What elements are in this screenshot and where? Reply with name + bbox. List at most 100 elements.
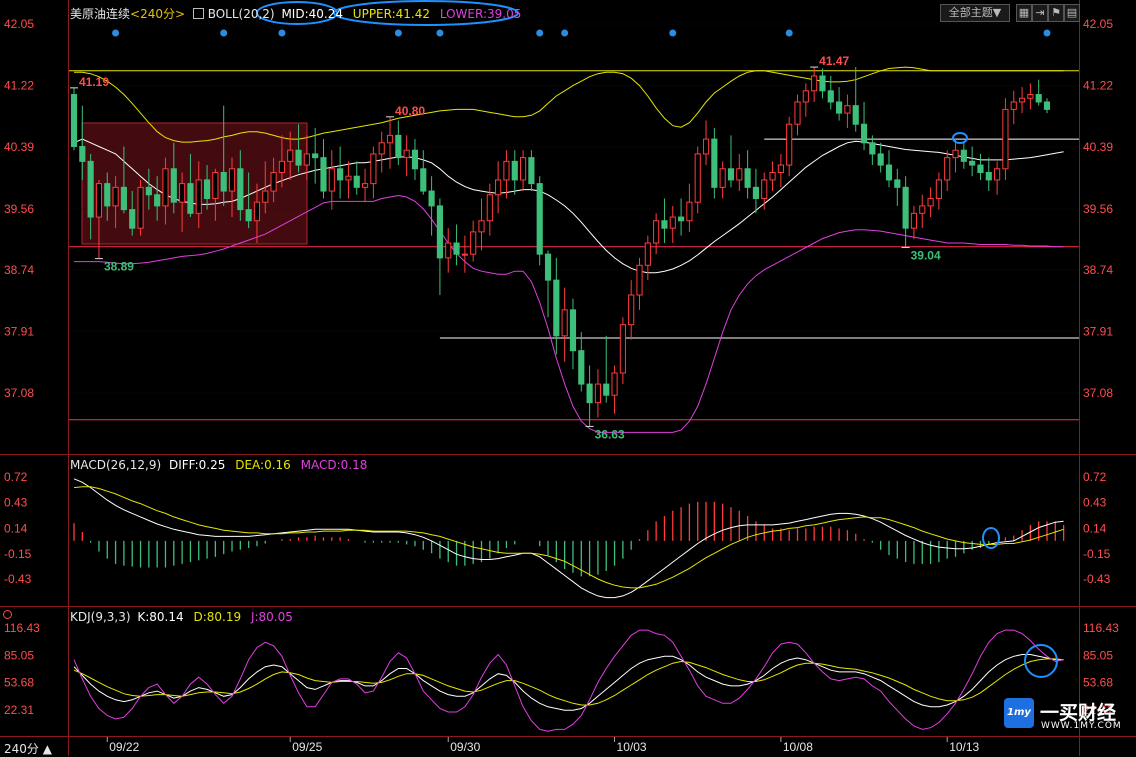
theme-dropdown-button[interactable]: 全部主题▼ [940, 4, 1010, 22]
boll-icon [192, 8, 204, 19]
signal-dot [1043, 29, 1051, 37]
candle-down [661, 220, 668, 229]
y-tick-right: 40.39 [1083, 140, 1113, 154]
candle-up [461, 253, 468, 256]
signal-dot [669, 29, 677, 37]
macd-y-tick-left: 0.14 [4, 521, 28, 535]
candle-up [644, 242, 651, 266]
candle-down [295, 149, 302, 166]
pane-dot-icon[interactable] [3, 610, 12, 619]
candle-down [528, 157, 535, 185]
y-tick-left: 37.91 [4, 324, 34, 338]
macd-y-tick-left: 0.43 [4, 496, 28, 510]
kdj-y-tick-left: 22.31 [4, 703, 34, 717]
macd-y-tick-left: -0.15 [4, 547, 32, 561]
candle-down [894, 179, 901, 188]
candle-down [203, 179, 211, 199]
candle-up [761, 179, 768, 199]
candle-up [769, 171, 776, 181]
candle-down [586, 383, 593, 404]
candle-up [844, 105, 851, 114]
candle-up [686, 201, 693, 222]
candle-up [628, 294, 635, 326]
layout-icon[interactable]: ▦ [1016, 4, 1032, 22]
y-tick-left: 40.39 [4, 140, 34, 154]
period-label[interactable]: <240分> [130, 7, 185, 21]
candle-down [678, 216, 685, 222]
y-tick-right: 37.91 [1083, 324, 1113, 338]
signal-dot [536, 29, 544, 37]
candle-down [1035, 94, 1042, 103]
candle-down [87, 160, 94, 218]
candle-up [952, 149, 959, 159]
boll-upper: UPPER:41.42 [352, 7, 430, 21]
candle-up [370, 153, 377, 185]
y-tick-left: 39.56 [4, 202, 34, 216]
candle-up [786, 123, 793, 166]
candle-up [95, 183, 103, 218]
y-tick-left: 42.05 [4, 17, 34, 31]
candle-up [702, 138, 710, 155]
x-tick-label: 10/03 [617, 740, 647, 754]
candle-up [486, 194, 493, 222]
candle-down [960, 149, 967, 162]
candle-up [195, 179, 202, 214]
candle-up [137, 186, 144, 229]
kdj-y-tick-right: 53.68 [1083, 676, 1113, 690]
candle-down [312, 153, 319, 159]
x-tick-label: 09/25 [292, 740, 322, 754]
candle-down [79, 146, 86, 162]
candle-up [669, 216, 676, 229]
candle-down [536, 183, 543, 255]
main-header: 美原油连续<240分> BOLL(20,2) MID:40.24 UPPER:4… [70, 5, 521, 22]
candle-down [245, 209, 252, 222]
candle-up [653, 220, 660, 244]
y-tick-right: 37.08 [1083, 386, 1113, 400]
macd-y-tick-right: 0.72 [1083, 470, 1107, 484]
candle-up [1010, 101, 1017, 110]
candle-down [744, 168, 751, 188]
candle-up [361, 183, 369, 188]
flag-icon[interactable]: ⚑ [1048, 4, 1064, 22]
candle-up [253, 201, 261, 222]
x-tick-label: 09/22 [109, 740, 139, 754]
y-tick-left: 37.08 [4, 386, 34, 400]
signal-dot [436, 29, 444, 37]
macd-label: MACD(26,12,9) [70, 458, 162, 472]
candle-down [411, 149, 419, 170]
candle-down [836, 101, 843, 114]
candle-down [420, 168, 427, 192]
exit-icon[interactable]: ⇥ [1032, 4, 1048, 22]
annotation-label: 41.47 [819, 54, 849, 68]
candle-down [860, 123, 868, 144]
candle-up [228, 168, 236, 192]
candle-up [403, 149, 410, 159]
candle-up [386, 134, 394, 144]
candle-down [578, 350, 585, 385]
candle-up [994, 168, 1001, 181]
candle-up [777, 164, 784, 173]
candle-down [70, 94, 78, 148]
period-selector[interactable]: 240分 ▲ [4, 740, 52, 757]
candle-up [1018, 97, 1026, 103]
candle-down [237, 168, 244, 211]
y-tick-right: 39.56 [1083, 202, 1113, 216]
candle-down [819, 75, 826, 92]
candle-up [802, 90, 809, 103]
kdj-y-tick-right: 116.43 [1083, 621, 1119, 635]
candle-down [827, 90, 834, 103]
candle-up [270, 171, 277, 192]
y-tick-left: 41.22 [4, 79, 34, 93]
candle-up [694, 153, 701, 203]
candle-down [395, 134, 402, 159]
chart-icon[interactable]: ▤ [1064, 4, 1080, 22]
candle-up [503, 160, 510, 181]
candle-down [553, 279, 560, 337]
signal-dot [561, 29, 569, 37]
kdj-k: K:80.14 [137, 610, 184, 624]
symbol-name: 美原油连续 [70, 7, 131, 21]
candle-up [179, 183, 186, 203]
y-tick-right: 38.74 [1083, 263, 1113, 277]
candle-down [977, 164, 984, 173]
candle-up [636, 264, 643, 296]
